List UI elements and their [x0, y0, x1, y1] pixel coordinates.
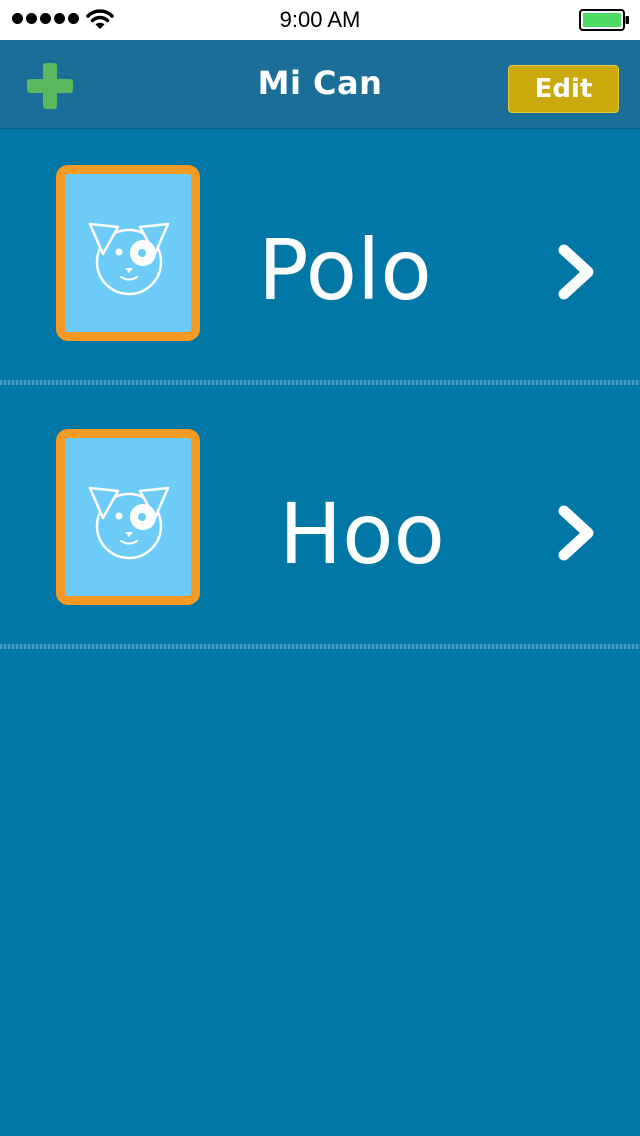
pet-avatar	[56, 429, 200, 605]
pet-name: Hoo	[279, 485, 445, 583]
dog-face-icon	[88, 222, 170, 296]
pet-row-hoo[interactable]: Hoo	[0, 393, 640, 649]
row-divider	[0, 380, 640, 385]
navigation-bar: Mi Can Edit	[0, 40, 640, 129]
pet-row-polo[interactable]: Polo	[0, 129, 640, 385]
row-divider	[0, 644, 640, 649]
chevron-right-icon	[558, 505, 594, 561]
pet-avatar	[56, 165, 200, 341]
status-bar: 9:00 AM	[0, 0, 640, 40]
pet-name: Polo	[258, 221, 432, 319]
app-screen: 9:00 AM Mi Can Edit Polo Hoo	[0, 0, 640, 1136]
chevron-right-icon	[558, 244, 594, 300]
battery-icon	[579, 9, 629, 31]
dog-face-icon	[88, 486, 170, 560]
edit-button[interactable]: Edit	[508, 65, 619, 113]
status-time: 9:00 AM	[279, 7, 361, 32]
